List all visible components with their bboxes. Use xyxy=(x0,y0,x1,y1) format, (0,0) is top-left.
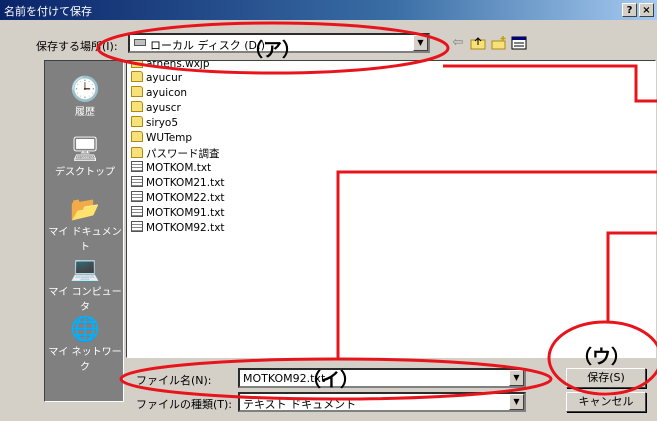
file-name: ayuicon xyxy=(146,87,188,99)
back-icon[interactable]: ⇦ xyxy=(450,36,466,50)
annotation-label-i: （イ） xyxy=(302,369,360,391)
list-item[interactable]: MOTKOM21.txt xyxy=(131,176,225,191)
list-item[interactable]: MOTKOM92.txt xyxy=(131,221,225,236)
places-bar: 🕒 履歴 🖥 デスクトップ 📂 マイ ドキュメント 💻 マイ コンピュータ 🌐 … xyxy=(44,60,124,402)
file-name: MOTKOM.txt xyxy=(146,162,212,174)
place-my-network[interactable]: 🌐 マイ ネットワーク xyxy=(45,315,125,373)
cancel-button[interactable]: キャンセル xyxy=(566,392,646,412)
list-item[interactable]: ayuicon xyxy=(131,86,187,101)
chevron-down-icon[interactable]: ▼ xyxy=(413,35,428,51)
list-item[interactable]: ayuscr xyxy=(131,101,181,116)
list-item[interactable]: ayucur xyxy=(131,71,182,86)
place-my-computer[interactable]: 💻 マイ コンピュータ xyxy=(45,255,125,313)
folder-icon xyxy=(131,86,143,97)
place-history[interactable]: 🕒 履歴 xyxy=(45,75,125,118)
annotation-label-u: （ウ） xyxy=(573,346,631,368)
text-file-icon xyxy=(131,221,143,232)
file-name: ayuscr xyxy=(146,102,181,114)
chevron-down-icon[interactable]: ▼ xyxy=(509,370,524,386)
history-icon: 🕒 xyxy=(70,75,100,103)
list-item[interactable]: siryo5 xyxy=(131,116,178,131)
list-item[interactable]: MOTKOM22.txt xyxy=(131,191,225,206)
new-folder-icon[interactable] xyxy=(491,36,507,50)
help-button[interactable]: ? xyxy=(622,3,637,17)
drive-icon xyxy=(134,39,146,46)
folder-icon xyxy=(131,71,143,82)
close-button[interactable]: × xyxy=(639,3,654,17)
place-label: マイ ドキュメント xyxy=(48,227,122,253)
place-desktop[interactable]: 🖥 デスクトップ xyxy=(45,135,125,178)
place-my-documents[interactable]: 📂 マイ ドキュメント xyxy=(45,195,125,253)
file-name: パスワード調査 xyxy=(146,148,220,160)
list-item[interactable]: パスワード調査 xyxy=(131,146,220,161)
file-name: MOTKOM21.txt xyxy=(146,177,225,189)
desktop-icon: 🖥 xyxy=(70,135,101,163)
place-label: マイ ネットワーク xyxy=(48,347,122,373)
filetype-label: ファイルの種類(T): xyxy=(136,398,233,411)
folder-icon xyxy=(131,116,143,127)
view-menu-icon[interactable] xyxy=(511,36,527,50)
file-name: siryo5 xyxy=(146,117,179,129)
text-file-icon xyxy=(131,191,143,202)
list-item[interactable]: MOTKOM91.txt xyxy=(131,206,225,221)
folder-icon xyxy=(131,101,143,112)
location-label: 保存する場所(I): xyxy=(36,40,118,53)
text-file-icon xyxy=(131,176,143,187)
up-folder-icon[interactable] xyxy=(470,36,486,50)
save-as-dialog: 名前を付けて保存 ? × 保存する場所(I): ローカル ディスク (D:) ▼… xyxy=(0,0,657,421)
my-computer-icon: 💻 xyxy=(70,255,100,283)
chevron-down-icon[interactable]: ▼ xyxy=(509,394,524,410)
title-bar[interactable]: 名前を付けて保存 ? × xyxy=(0,0,657,20)
save-button[interactable]: 保存(S) xyxy=(566,368,646,388)
file-list[interactable]: athens.wxjp ayucur ayuicon ayuscr siryo5… xyxy=(126,60,656,358)
annotation-label-a: （ア） xyxy=(244,39,302,61)
text-file-icon xyxy=(131,161,143,172)
place-label: デスクトップ xyxy=(55,167,115,178)
folder-icon xyxy=(131,131,143,142)
filename-label: ファイル名(N): xyxy=(136,374,212,387)
filename-input[interactable]: MOTKOM92.txt ▼ xyxy=(238,368,526,388)
file-name: MOTKOM22.txt xyxy=(146,192,225,204)
file-name: WUTemp xyxy=(146,132,193,144)
list-item[interactable]: MOTKOM.txt xyxy=(131,161,211,176)
place-label: マイ コンピュータ xyxy=(48,287,122,313)
my-documents-icon: 📂 xyxy=(70,195,100,223)
text-file-icon xyxy=(131,206,143,217)
filetype-value: テキスト ドキュメント xyxy=(243,398,357,411)
file-name: athens.wxjp xyxy=(146,60,210,70)
file-name: MOTKOM92.txt xyxy=(146,222,225,234)
window-title: 名前を付けて保存 xyxy=(4,5,92,18)
place-label: 履歴 xyxy=(75,107,95,118)
file-name: ayucur xyxy=(146,72,183,84)
list-item[interactable]: WUTemp xyxy=(131,131,192,146)
folder-icon xyxy=(131,147,143,158)
my-network-icon: 🌐 xyxy=(70,315,100,343)
filetype-dropdown[interactable]: テキスト ドキュメント ▼ xyxy=(238,392,526,412)
file-name: MOTKOM91.txt xyxy=(146,207,225,219)
folder-icon xyxy=(131,61,143,68)
